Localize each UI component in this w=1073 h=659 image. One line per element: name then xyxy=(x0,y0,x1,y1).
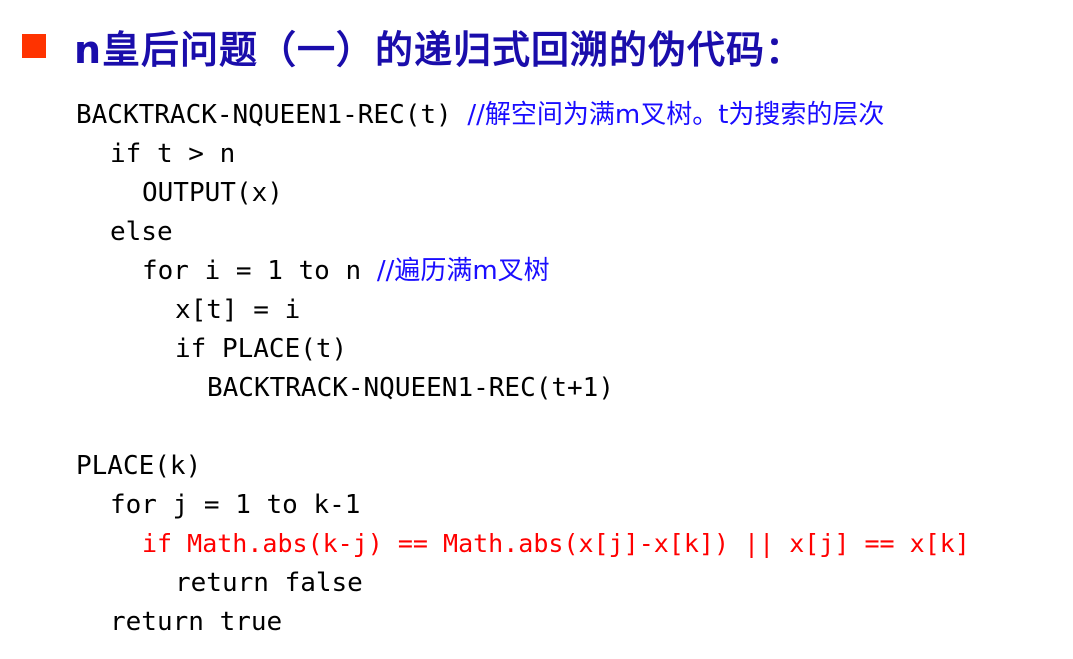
code-line-assign-xt: x[t] = i xyxy=(175,291,300,329)
code-text: BACKTRACK-NQUEEN1-REC(t+1) xyxy=(207,373,614,403)
code-line-for-i: for i = 1 to n //遍历满m叉树 xyxy=(142,252,550,290)
slide-title: n皇后问题（一）的递归式回溯的伪代码： xyxy=(74,27,805,72)
code-text: if PLACE(t) xyxy=(175,334,348,364)
code-text: for j = 1 to k-1 xyxy=(110,490,361,520)
code-text: if Math.abs(k-j) == Math.abs(x[j]-x[k]) … xyxy=(142,529,970,558)
code-line-return-false: return false xyxy=(175,564,363,602)
code-text: if t > n xyxy=(110,139,236,169)
code-line-recursive-call: BACKTRACK-NQUEEN1-REC(t+1) xyxy=(207,369,614,407)
title-row: n皇后问题（一）的递归式回溯的伪代码： xyxy=(22,20,804,72)
code-line-output: OUTPUT(x) xyxy=(142,174,283,212)
slide: n皇后问题（一）的递归式回溯的伪代码： BACKTRACK-NQUEEN1-RE… xyxy=(0,0,1073,659)
code-line-place-header: PLACE(k) xyxy=(76,447,201,485)
code-text: BACKTRACK-NQUEEN1-REC(t) xyxy=(76,100,468,130)
code-line-if-place: if PLACE(t) xyxy=(175,330,347,368)
code-comment: //解空间为满m叉树。t为搜索的层次 xyxy=(467,100,885,130)
code-line-backtrack-header: BACKTRACK-NQUEEN1-REC(t) //解空间为满m叉树。t为搜索… xyxy=(76,96,884,134)
code-text: return false xyxy=(175,568,363,598)
code-text: return true xyxy=(110,607,283,637)
code-line-return-true: return true xyxy=(110,603,282,641)
code-text: OUTPUT(x) xyxy=(142,178,283,208)
code-line-if-t-gt-n: if t > n xyxy=(110,135,235,173)
square-bullet-icon xyxy=(22,34,46,58)
code-text: x[t] = i xyxy=(175,295,301,325)
code-line-else: else xyxy=(110,213,173,251)
code-line-for-j: for j = 1 to k-1 xyxy=(110,486,360,524)
code-line-conflict-check: if Math.abs(k-j) == Math.abs(x[j]-x[k]) … xyxy=(142,525,970,563)
code-text: PLACE(k) xyxy=(76,451,202,481)
code-comment: //遍历满m叉树 xyxy=(376,256,550,286)
code-text: for i = 1 to n xyxy=(142,256,377,286)
code-text: else xyxy=(110,217,173,247)
